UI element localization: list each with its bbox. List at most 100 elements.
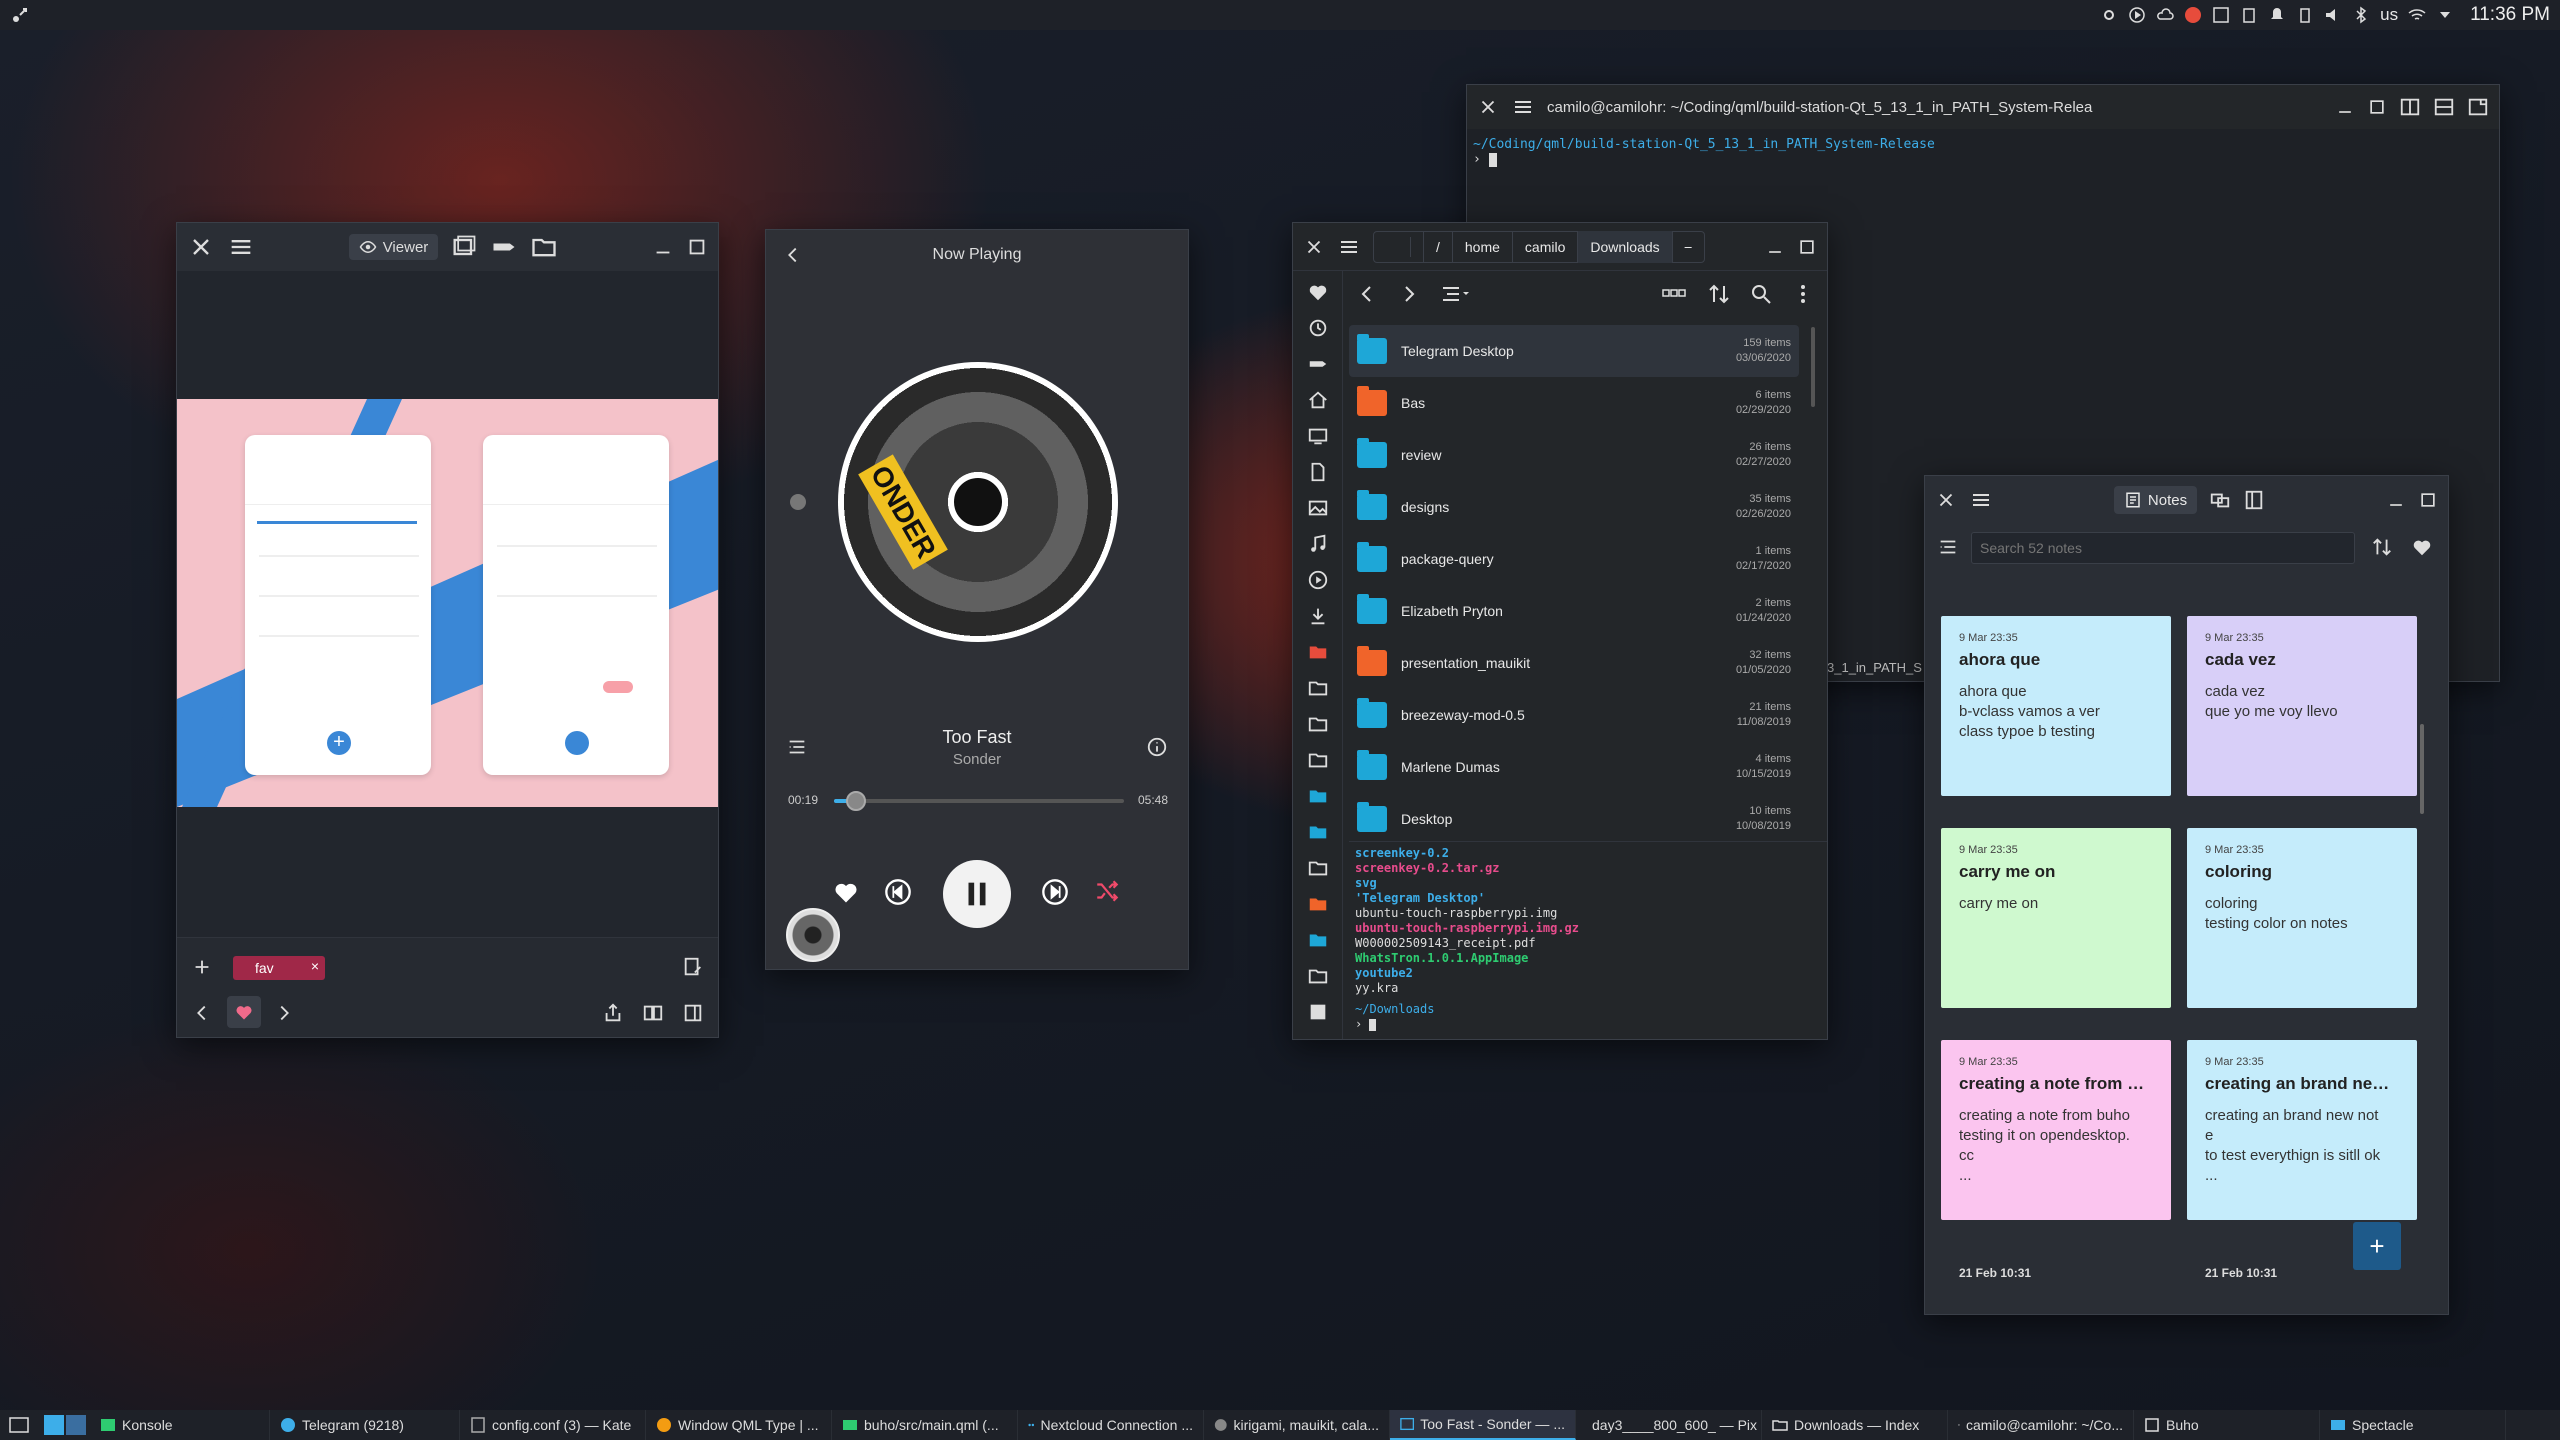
cloud-icon[interactable]: [2156, 6, 2174, 24]
minimize-icon[interactable]: [2335, 97, 2355, 117]
gallery-icon[interactable]: [450, 233, 478, 261]
menu-icon[interactable]: [227, 233, 255, 261]
search-icon[interactable]: [1749, 282, 1773, 306]
tag-icon[interactable]: [490, 233, 518, 261]
downloads-icon[interactable]: [1307, 605, 1329, 627]
view-list-icon[interactable]: [1439, 282, 1471, 306]
red-folder-icon[interactable]: [1307, 641, 1329, 663]
more-options-icon[interactable]: [1791, 282, 1815, 306]
note-card[interactable]: 9 Mar 23:35 creating an brand new ... cr…: [2187, 1040, 2417, 1220]
maximize-icon[interactable]: [1797, 237, 1817, 257]
next-track-icon[interactable]: [1041, 878, 1069, 906]
tags-icon[interactable]: [1307, 353, 1329, 375]
telegram-icon[interactable]: [2212, 6, 2230, 24]
maximize-icon[interactable]: [2418, 490, 2438, 510]
konsole-terminal[interactable]: ~/Coding/qml/build-station-Qt_5_13_1_in_…: [1467, 129, 2499, 175]
add-tag-icon[interactable]: [191, 956, 213, 978]
clock[interactable]: 11:36 PM: [2470, 4, 2550, 26]
info-icon[interactable]: [1146, 736, 1168, 758]
task-vvave[interactable]: Too Fast - Sonder — ...: [1390, 1410, 1576, 1440]
notes-scrollbar[interactable]: [2420, 724, 2424, 814]
favorites-filter-icon[interactable]: [2411, 536, 2433, 558]
split-horizontal-icon[interactable]: [2433, 96, 2455, 118]
compare-icon[interactable]: [642, 1002, 664, 1024]
show-desktop-icon[interactable]: [0, 1410, 40, 1440]
recent-icon[interactable]: [1307, 317, 1329, 339]
favorite-button[interactable]: [227, 996, 261, 1028]
heart-icon[interactable]: [832, 878, 860, 906]
file-row[interactable]: package-query 1 items 02/17/2020: [1349, 533, 1799, 585]
file-row[interactable]: review 26 items 02/27/2020: [1349, 429, 1799, 481]
folder-icon[interactable]: [1307, 677, 1329, 699]
progress-track[interactable]: [834, 799, 1124, 803]
minimize-icon[interactable]: [1765, 237, 1785, 257]
file-row[interactable]: Elizabeth Pryton 2 items 01/24/2020: [1349, 585, 1799, 637]
close-icon[interactable]: [1477, 96, 1499, 118]
task-telegram[interactable]: Telegram (9218): [270, 1410, 460, 1440]
bluetooth-icon[interactable]: [2352, 6, 2370, 24]
file-row[interactable]: Desktop 10 items 10/08/2019: [1349, 793, 1799, 845]
task-kate[interactable]: config.conf (3) — Kate: [460, 1410, 646, 1440]
blue-folder-icon[interactable]: [1307, 785, 1329, 807]
previous-icon[interactable]: [191, 1002, 213, 1024]
desktop-icon[interactable]: [1307, 425, 1329, 447]
file-row[interactable]: Telegram Desktop 159 items 03/06/2020: [1349, 325, 1799, 377]
folder-icon[interactable]: [1307, 749, 1329, 771]
media-icon[interactable]: [2128, 6, 2146, 24]
breadcrumb-item[interactable]: /: [1424, 230, 1453, 263]
maximize-icon[interactable]: [686, 233, 708, 261]
keyboard-layout[interactable]: us: [2380, 5, 2398, 25]
folder-icon[interactable]: [1307, 713, 1329, 735]
note-card[interactable]: 9 Mar 23:35 cada vez cada vez que yo me …: [2187, 616, 2417, 796]
note-card[interactable]: 9 Mar 23:35 carry me on carry me on: [1941, 828, 2171, 1008]
forward-icon[interactable]: [1397, 282, 1421, 306]
favorites-icon[interactable]: [1307, 281, 1329, 303]
blue-folder-icon[interactable]: [1307, 821, 1329, 843]
task-browser[interactable]: kirigami, mauikit, cala...: [1204, 1410, 1390, 1440]
previous-track-icon[interactable]: [884, 878, 912, 906]
music-icon[interactable]: [1307, 533, 1329, 555]
vpn-icon[interactable]: [2184, 6, 2202, 24]
new-tab-icon[interactable]: [2467, 96, 2489, 118]
sidebar-toggle-icon[interactable]: [1307, 1001, 1329, 1023]
mini-cover[interactable]: [786, 908, 840, 962]
folder-icon[interactable]: [1307, 857, 1329, 879]
menu-icon[interactable]: [1969, 488, 1993, 512]
clipboard-icon[interactable]: [2240, 6, 2258, 24]
battery-icon[interactable]: [2296, 6, 2314, 24]
album-cover-disc[interactable]: ONDER: [838, 362, 1118, 642]
breadcrumb-item[interactable]: camilo: [1513, 230, 1579, 263]
settings-icon[interactable]: [2100, 6, 2118, 24]
wifi-icon[interactable]: [2408, 6, 2426, 24]
volume-icon[interactable]: [2324, 6, 2342, 24]
back-icon[interactable]: [1355, 282, 1379, 306]
blue-folder-icon[interactable]: [1307, 929, 1329, 951]
add-note-button[interactable]: +: [2353, 1222, 2401, 1270]
maximize-icon[interactable]: [2367, 97, 2387, 117]
activities-icon[interactable]: [10, 5, 30, 25]
progress-handle[interactable]: [846, 791, 866, 811]
tag-chip[interactable]: fav ×: [233, 956, 325, 980]
close-icon[interactable]: [187, 233, 215, 261]
task-pix[interactable]: day3____800_600_ — Pix: [1576, 1410, 1762, 1440]
search-notes-input[interactable]: [1971, 532, 2355, 564]
task-spectacle[interactable]: Spectacle: [2320, 1410, 2506, 1440]
shuffle-icon[interactable]: [1094, 878, 1120, 904]
task-firefox[interactable]: Window QML Type | ...: [646, 1410, 832, 1440]
file-list-scrollbar[interactable]: [1811, 327, 1815, 407]
note-card[interactable]: 9 Mar 23:35 creating a note from bu... c…: [1941, 1040, 2171, 1220]
share-icon[interactable]: [602, 1002, 624, 1024]
note-card[interactable]: 9 Mar 23:35 ahora que ahora que b-vclass…: [1941, 616, 2171, 796]
pictures-icon[interactable]: [1307, 497, 1329, 519]
breadcrumb-home[interactable]: [1374, 230, 1424, 263]
edit-tags-icon[interactable]: [682, 956, 704, 978]
books-icon[interactable]: [2243, 489, 2265, 511]
orange-folder-icon[interactable]: [1307, 893, 1329, 915]
file-row[interactable]: presentation_mauikit 32 items 01/05/2020: [1349, 637, 1799, 689]
sort-icon[interactable]: [1707, 282, 1731, 306]
file-row[interactable]: designs 35 items 02/26/2020: [1349, 481, 1799, 533]
preview-icon[interactable]: [682, 1002, 704, 1024]
file-row[interactable]: Marlene Dumas 4 items 10/15/2019: [1349, 741, 1799, 793]
task-editor[interactable]: buho/src/main.qml (...: [832, 1410, 1018, 1440]
viewer-image[interactable]: +: [177, 399, 718, 807]
